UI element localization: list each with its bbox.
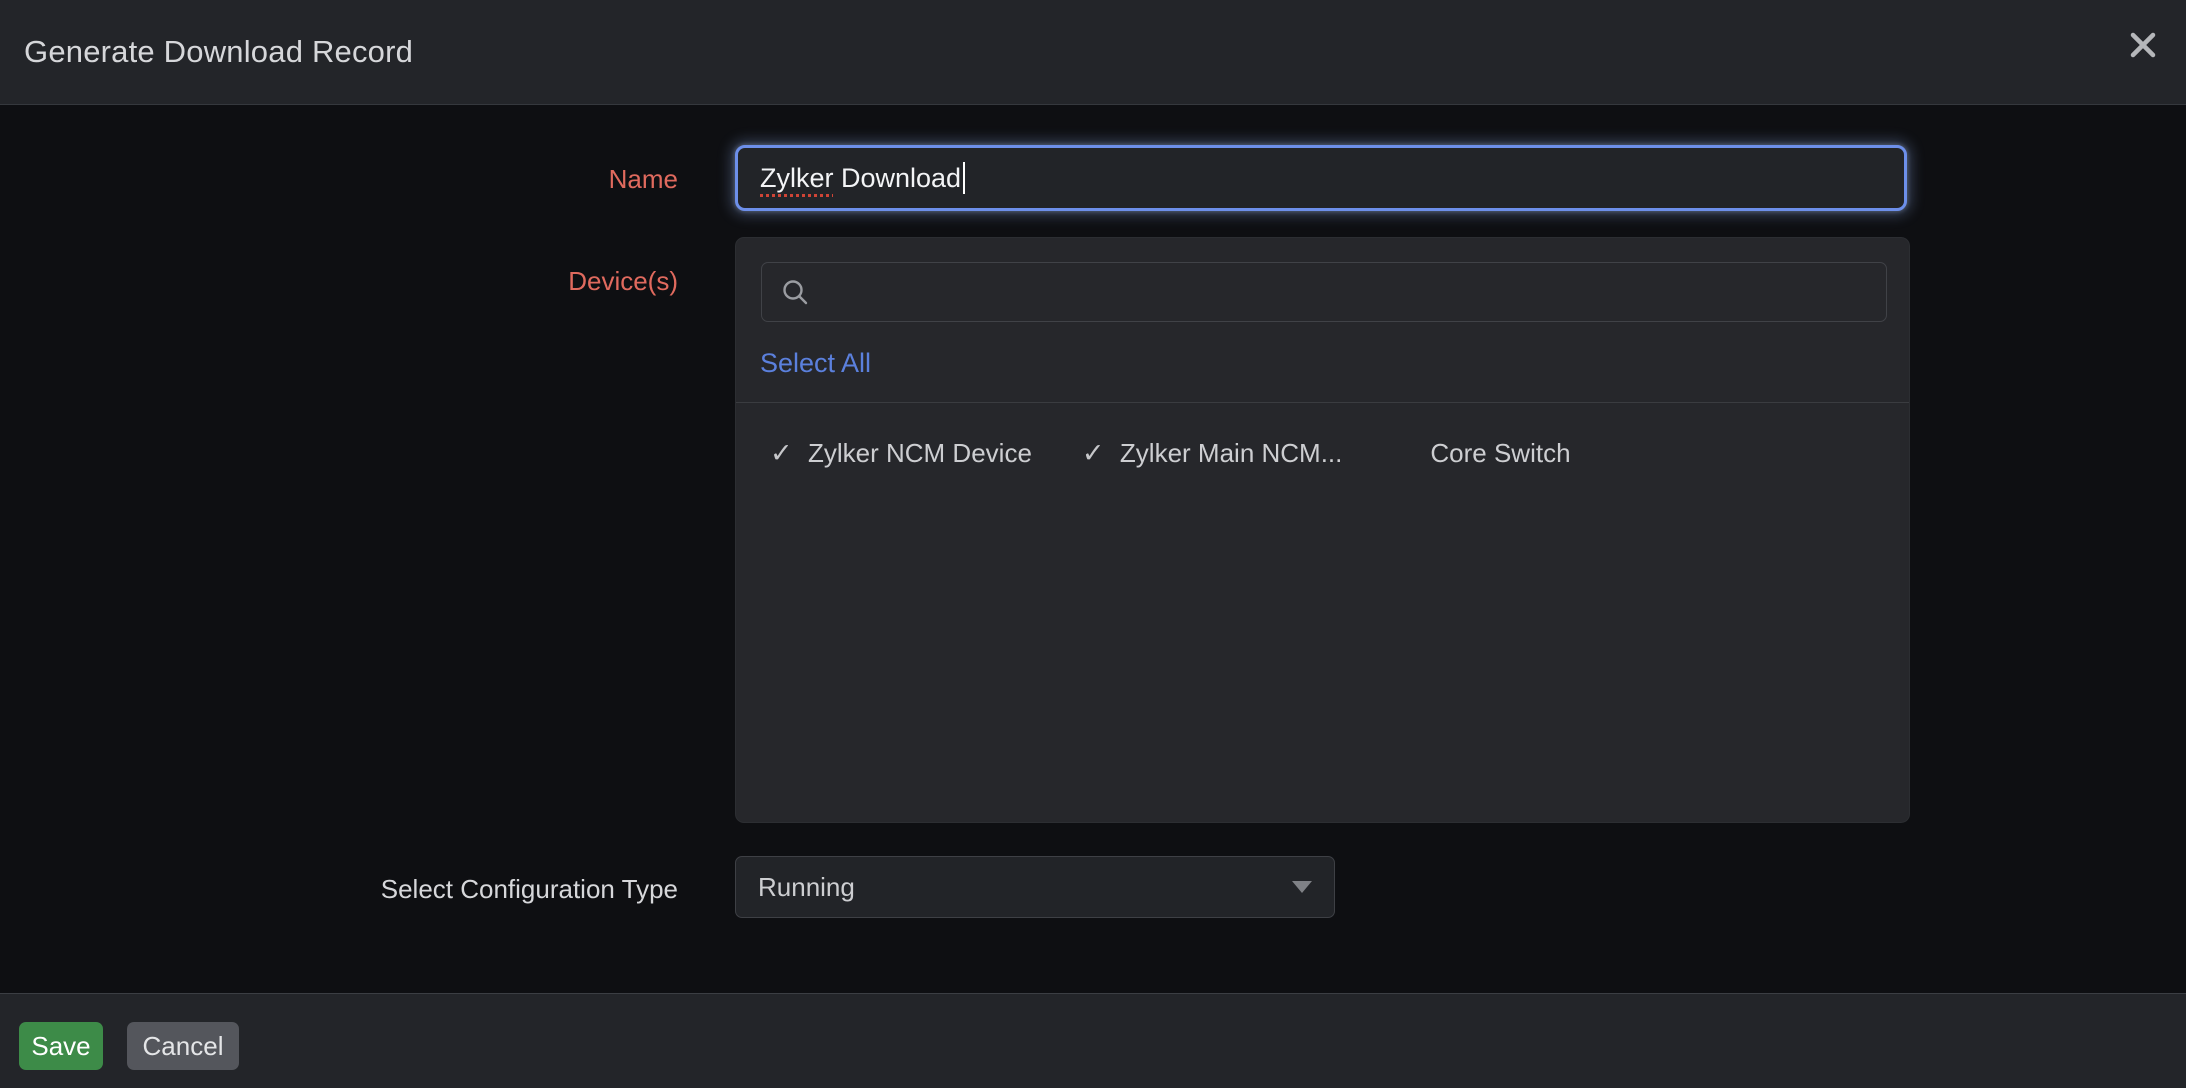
device-item[interactable]: ✓ Zylker NCM Device (770, 438, 1032, 469)
close-icon (2128, 30, 2158, 60)
dialog-footer: Save Cancel (0, 993, 2186, 1088)
dialog-header: Generate Download Record (0, 0, 2186, 105)
search-icon (780, 277, 810, 307)
device-select-panel: Select All ✓ Zylker NCM Device ✓ Zylker Mai… (735, 237, 1910, 823)
generate-download-record-dialog: Generate Download Record Name Zylker Dow… (0, 0, 2186, 1088)
name-input-text-misspelled: Zylker (760, 163, 834, 194)
chevron-down-icon (1292, 881, 1312, 893)
save-button[interactable]: Save (19, 1022, 103, 1070)
devices-label: Device(s) (278, 266, 678, 296)
cancel-button[interactable]: Cancel (127, 1022, 239, 1070)
config-type-value: Running (758, 872, 1292, 903)
device-item-label: Core Switch (1430, 438, 1570, 469)
text-cursor (963, 162, 965, 194)
dialog-title: Generate Download Record (24, 0, 413, 104)
name-label: Name (278, 164, 678, 194)
name-input-text: Download (834, 163, 962, 194)
close-button[interactable] (2128, 30, 2158, 60)
name-input[interactable]: Zylker Download (735, 145, 1907, 211)
config-type-label: Select Configuration Type (278, 874, 678, 904)
device-item[interactable]: ✓ Zylker Main NCM... (1082, 438, 1342, 469)
panel-divider (736, 402, 1909, 403)
device-search-input[interactable] (810, 278, 1886, 307)
device-search-box[interactable] (761, 262, 1887, 322)
check-icon: ✓ (770, 438, 798, 469)
device-item[interactable]: ✓Core Switch (1392, 438, 1570, 469)
device-item-label: Zylker NCM Device (808, 438, 1032, 469)
device-item-label: Zylker Main NCM... (1120, 438, 1342, 469)
config-type-dropdown[interactable]: Running (735, 856, 1335, 918)
check-icon: ✓ (1082, 438, 1110, 469)
select-all-link[interactable]: Select All (760, 348, 871, 379)
device-list: ✓ Zylker NCM Device ✓ Zylker Main NCM... ✓Co… (770, 438, 1889, 469)
